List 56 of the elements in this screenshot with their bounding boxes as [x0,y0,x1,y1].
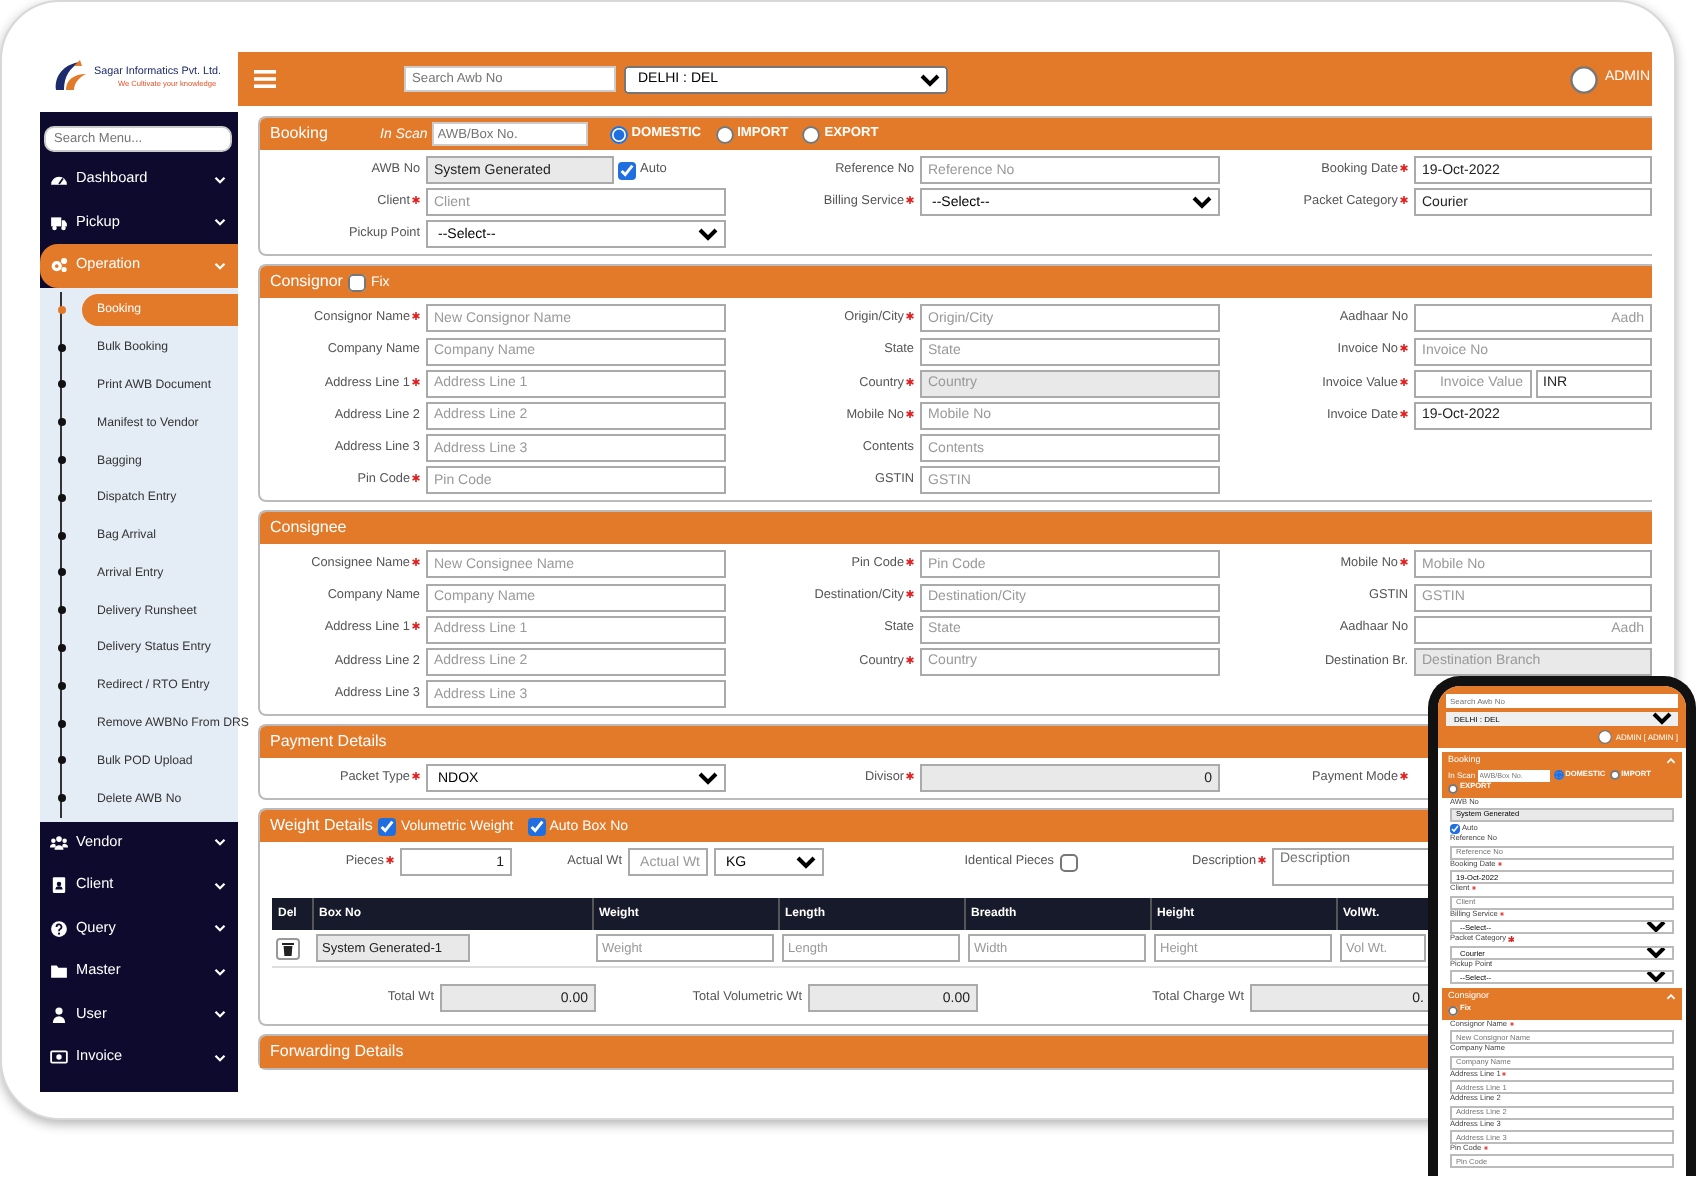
banknote-icon [50,1048,68,1067]
bullet-icon [57,305,65,314]
radio-button[interactable] [1448,783,1458,793]
radio-button[interactable] [1609,770,1620,780]
bullet-icon [57,719,65,728]
trash-icon [282,941,294,956]
user-icon [50,1005,68,1024]
checkbox[interactable] [348,273,367,292]
question-icon [50,919,68,938]
checkbox[interactable] [1450,824,1460,835]
bullet-icon [57,606,65,615]
chevron-down-icon [214,1051,226,1064]
bullet-icon [57,531,65,540]
folder-icon [50,962,68,981]
radio-button[interactable] [802,125,821,143]
bullet-icon [57,644,65,653]
section-title: Booking [270,126,330,142]
chevron-down-icon [214,965,226,978]
chevron-down-icon [214,922,226,935]
avatar-icon [1570,65,1599,93]
section-title: Weight Details [270,818,373,835]
delete-button[interactable] [276,937,300,960]
truck-icon [50,213,68,232]
bullet-icon [57,418,65,427]
section-title: Payment Details [270,734,387,751]
gears-icon [50,256,68,275]
bullet-icon [57,681,65,690]
radio-button[interactable] [609,125,628,143]
bullet-icon [57,794,65,803]
section-title: Consignee [270,520,347,537]
checkbox[interactable] [1060,853,1078,872]
radio-button[interactable] [715,125,734,143]
bullet-icon [57,493,65,502]
id-card-icon [50,876,68,895]
section-title: Consignor [270,274,343,291]
menu-icon [254,70,276,88]
chevron-down-icon [214,173,226,186]
radio-button[interactable] [1553,770,1564,780]
chevron-down-icon [214,836,226,849]
checkbox[interactable] [527,817,546,836]
bullet-icon [57,380,65,389]
bullet-icon [57,343,65,352]
bullet-icon [57,756,65,765]
chevron-down-icon [214,879,226,892]
bullet-icon [57,456,65,465]
section-title: Forwarding Details [270,1044,404,1061]
chevron-down-icon [214,1008,226,1021]
bullet-icon [57,568,65,577]
avatar-icon [1597,730,1612,744]
chevron-down-icon [214,259,226,272]
chevron-down-icon [214,216,226,229]
users-icon [50,833,68,852]
chevron-up-icon [1666,757,1676,764]
chevron-up-icon [1666,993,1676,1000]
checkbox[interactable] [378,817,397,836]
checkbox[interactable] [1448,1005,1458,1016]
